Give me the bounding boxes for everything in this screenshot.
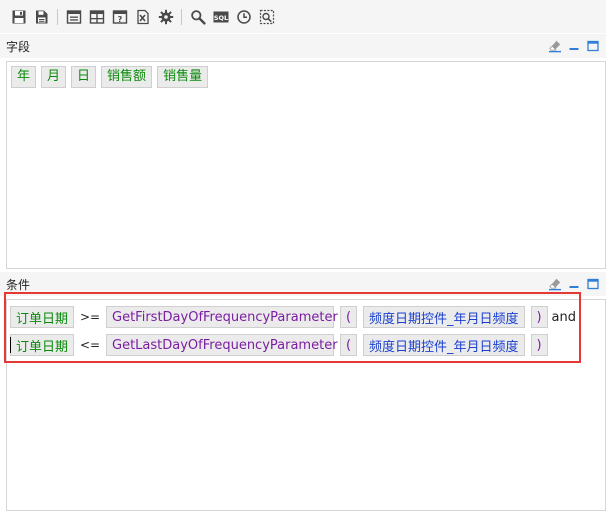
excel-export-button[interactable] bbox=[132, 6, 154, 28]
condition-parameter-chip[interactable]: 频度日期控件_年月日频度 bbox=[363, 306, 525, 328]
eraser-icon bbox=[549, 40, 561, 53]
search-button[interactable] bbox=[187, 6, 209, 28]
conditions-clear-button[interactable] bbox=[548, 277, 562, 291]
clock-icon bbox=[237, 9, 251, 24]
field-chip-sales-volume[interactable]: 销售量 bbox=[157, 66, 209, 88]
table-layout-icon bbox=[89, 9, 105, 24]
svg-text:?: ? bbox=[118, 15, 123, 24]
condition-close-paren[interactable]: ) bbox=[530, 306, 548, 328]
condition-function-chip[interactable]: GetLastDayOfFrequencyParameter bbox=[106, 334, 338, 356]
condition-row: 订单日期 <= GetLastDayOfFrequencyParameter (… bbox=[7, 331, 605, 359]
minimize-icon bbox=[569, 48, 579, 50]
svg-text:SQL: SQL bbox=[214, 13, 228, 21]
conditions-area[interactable]: 订单日期 >= GetFirstDayOfFrequencyParameter … bbox=[6, 299, 606, 511]
condition-field-chip[interactable]: 订单日期 bbox=[10, 334, 75, 356]
fields-panel-actions bbox=[548, 39, 600, 53]
fields-maximize-button[interactable] bbox=[586, 39, 600, 53]
save-icon bbox=[12, 10, 26, 23]
condition-field-chip[interactable]: 订单日期 bbox=[10, 306, 75, 328]
save-button[interactable] bbox=[8, 6, 30, 28]
condition-row: 订单日期 >= GetFirstDayOfFrequencyParameter … bbox=[7, 303, 605, 331]
field-chip-year[interactable]: 年 bbox=[11, 66, 37, 88]
window-button[interactable] bbox=[63, 6, 85, 28]
search-icon bbox=[191, 9, 206, 25]
condition-open-paren[interactable]: ( bbox=[340, 306, 358, 328]
fields-panel-header: 字段 bbox=[0, 34, 606, 58]
conditions-panel-actions bbox=[548, 277, 600, 291]
preview-icon bbox=[259, 9, 275, 24]
conditions-maximize-button[interactable] bbox=[586, 277, 600, 291]
window-icon bbox=[66, 9, 82, 24]
eraser-icon bbox=[549, 278, 561, 291]
fields-clear-button[interactable] bbox=[548, 39, 562, 53]
condition-operator[interactable]: >= bbox=[74, 310, 106, 324]
sql-button[interactable]: SQL bbox=[210, 6, 232, 28]
toolbar-separator bbox=[181, 8, 182, 25]
conditions-panel-header: 条件 bbox=[0, 272, 606, 296]
save-as-icon bbox=[36, 10, 48, 23]
save-as-button[interactable] bbox=[31, 6, 53, 28]
condition-operator[interactable]: <= bbox=[74, 338, 106, 352]
conditions-panel-title: 条件 bbox=[6, 277, 31, 292]
maximize-icon bbox=[587, 40, 599, 52]
preview-button[interactable] bbox=[256, 6, 278, 28]
parameter-button[interactable]: ? bbox=[109, 6, 131, 28]
condition-parameter-chip[interactable]: 频度日期控件_年月日频度 bbox=[363, 334, 525, 356]
maximize-icon bbox=[587, 278, 599, 290]
field-chip-sales-amount[interactable]: 销售额 bbox=[101, 66, 153, 88]
condition-connector[interactable]: and bbox=[552, 310, 576, 325]
field-chip-month[interactable]: 月 bbox=[41, 66, 67, 88]
parameter-icon: ? bbox=[112, 9, 128, 24]
excel-export-icon bbox=[137, 9, 149, 24]
minimize-icon bbox=[569, 286, 579, 288]
toolbar-separator bbox=[57, 8, 58, 25]
fields-area[interactable]: 年 月 日 销售额 销售量 bbox=[6, 61, 606, 269]
text-caret bbox=[10, 337, 11, 353]
condition-function-chip[interactable]: GetFirstDayOfFrequencyParameter bbox=[106, 306, 338, 328]
history-button[interactable] bbox=[233, 6, 255, 28]
condition-close-paren[interactable]: ) bbox=[530, 334, 548, 356]
sql-icon: SQL bbox=[213, 11, 229, 22]
gear-icon bbox=[158, 9, 174, 24]
fields-minimize-button[interactable] bbox=[567, 39, 581, 53]
conditions-minimize-button[interactable] bbox=[567, 277, 581, 291]
table-layout-button[interactable] bbox=[86, 6, 108, 28]
settings-button[interactable] bbox=[155, 6, 177, 28]
field-chip-day[interactable]: 日 bbox=[71, 66, 97, 88]
toolbar: ? SQL bbox=[0, 0, 606, 33]
fields-panel-title: 字段 bbox=[6, 39, 31, 54]
condition-open-paren[interactable]: ( bbox=[340, 334, 358, 356]
